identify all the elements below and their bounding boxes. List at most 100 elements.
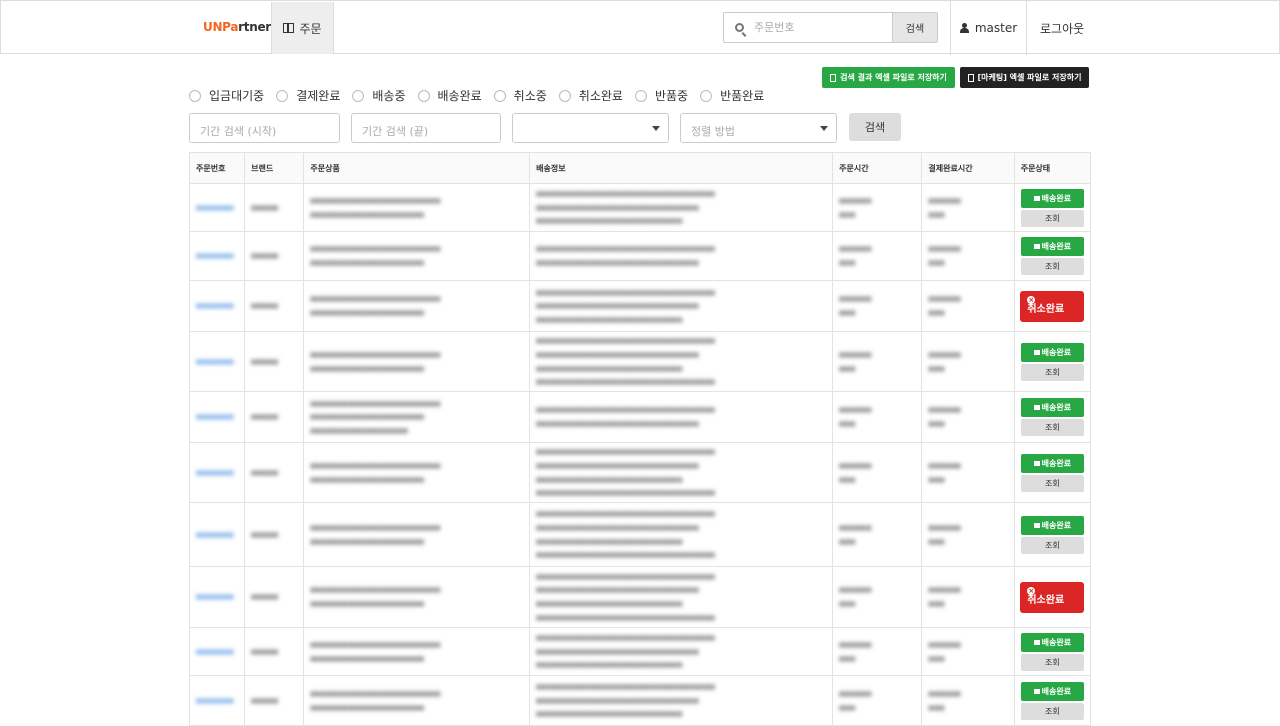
radio-button[interactable] [417,89,430,102]
brand-select[interactable] [512,113,669,143]
paid-time-cell: ▪▪▪▪▪▪ ▪▪▪ [921,627,1015,676]
cancelled-badge[interactable]: × 취소완료 [1020,581,1085,613]
shipping-cell: ▪▪▪▪▪▪▪▪▪▪▪▪▪▪▪▪▪▪▪▪▪▪▪▪▪▪▪▪▪▪▪▪▪ ▪▪▪▪▪▪▪… [529,442,834,503]
excel-export-button[interactable]: 검색 결과 엑셀 파일로 저장하기 [822,67,955,88]
radio-button[interactable] [493,89,506,102]
truck-icon [1033,349,1040,355]
brand-cell: ▪▪▪▪▪ [244,502,305,567]
brand-cell: ▪▪▪▪▪ [244,627,305,676]
order-number-input[interactable] [754,13,892,42]
order-number-cell[interactable]: ▪▪▪▪▪▪▪ [188,627,246,676]
radio-button[interactable] [276,89,289,102]
paid-time-cell: ▪▪▪▪▪▪ ▪▪▪ [921,675,1015,726]
column-header: 주문상태 [1013,152,1092,184]
order-number-cell[interactable]: ▪▪▪▪▪▪▪ [188,231,246,281]
status-cell: 배송완료 조회 [1013,502,1092,567]
status-filter-option[interactable]: 반품중 [634,87,688,104]
order-time-cell: ▪▪▪▪▪▪ ▪▪▪ [832,183,923,232]
table-row: ▪▪▪▪▪▪▪ ▪▪▪▪▪ ▪▪▪▪▪▪▪▪▪▪▪▪▪▪▪▪▪▪▪▪▪▪▪▪ ▪▪▪▪… [188,442,1092,503]
shipping-cell: ▪▪▪▪▪▪▪▪▪▪▪▪▪▪▪▪▪▪▪▪▪▪▪▪▪▪▪▪▪▪▪▪▪ ▪▪▪▪▪▪▪… [529,627,834,676]
view-button[interactable]: 조회 [1020,536,1084,554]
cancelled-badge[interactable]: × 취소완료 [1020,290,1085,322]
table-row: ▪▪▪▪▪▪▪ ▪▪▪▪▪ ▪▪▪▪▪▪▪▪▪▪▪▪▪▪▪▪▪▪▪▪▪▪▪▪ ▪▪▪▪… [188,331,1092,392]
product-cell: ▪▪▪▪▪▪▪▪▪▪▪▪▪▪▪▪▪▪▪▪▪▪▪▪ ▪▪▪▪▪▪▪▪▪▪▪▪▪▪▪▪… [303,391,531,443]
radio-button[interactable] [634,89,647,102]
date-start-input[interactable]: 기간 검색 (시작) [189,113,340,143]
date-end-input[interactable]: 기간 검색 (끝) [351,113,501,143]
table-icon [283,23,295,33]
logo[interactable]: UNPartner [203,20,271,34]
brand-cell: ▪▪▪▪▪ [244,183,305,232]
radio-button[interactable] [558,89,571,102]
order-time-cell: ▪▪▪▪▪▪ ▪▪▪ [832,231,923,281]
view-button[interactable]: 조회 [1020,258,1084,275]
order-number-cell[interactable]: ▪▪▪▪▪▪▪ [188,566,246,628]
radio-button[interactable] [700,89,713,102]
status-filter-option[interactable]: 입금대기중 [189,87,264,104]
product-cell: ▪▪▪▪▪▪▪▪▪▪▪▪▪▪▪▪▪▪▪▪▪▪▪▪ ▪▪▪▪▪▪▪▪▪▪▪▪▪▪▪▪… [303,231,531,281]
status-filter-option[interactable]: 배송완료 [417,87,482,104]
order-number-cell[interactable]: ▪▪▪▪▪▪▪ [188,183,246,232]
status-cell: 배송완료조회 [1013,391,1092,443]
radio-button[interactable] [189,89,201,102]
view-button[interactable]: 조회 [1020,363,1084,381]
tab-orders[interactable]: 주문 [271,2,334,54]
view-button[interactable]: 조회 [1020,702,1084,720]
marketing-excel-button[interactable]: [마케팅] 엑셀 파일로 저장하기 [960,67,1089,88]
order-number-cell[interactable]: ▪▪▪▪▪▪▪ [188,331,246,392]
paid-time-cell: ▪▪▪▪▪▪ ▪▪▪ [921,566,1015,628]
logout-link[interactable]: 로그아웃 [1040,20,1084,37]
status-filters: 입금대기중 결제완료 배송중 배송완료 취소중 취소완료 반품중 반품완료 [189,87,776,104]
order-number-cell[interactable]: ▪▪▪▪▪▪▪ [188,502,246,567]
shipped-badge[interactable]: 배송완료 [1020,342,1084,362]
status-filter-option[interactable]: 배송중 [352,87,406,104]
product-cell: ▪▪▪▪▪▪▪▪▪▪▪▪▪▪▪▪▪▪▪▪▪▪▪▪ ▪▪▪▪▪▪▪▪▪▪▪▪▪▪▪▪… [303,675,531,726]
status-filter-option[interactable]: 반품완료 [700,87,764,104]
table-row: ▪▪▪▪▪▪▪ ▪▪▪▪▪ ▪▪▪▪▪▪▪▪▪▪▪▪▪▪▪▪▪▪▪▪▪▪▪▪ ▪▪▪▪… [188,280,1092,332]
status-filter-label: 취소완료 [578,89,623,103]
product-cell: ▪▪▪▪▪▪▪▪▪▪▪▪▪▪▪▪▪▪▪▪▪▪▪▪ ▪▪▪▪▪▪▪▪▪▪▪▪▪▪▪▪… [303,183,531,232]
view-button[interactable]: 조회 [1020,474,1084,492]
paid-time-cell: ▪▪▪▪▪▪ ▪▪▪ [921,331,1015,392]
shipped-badge[interactable]: 배송완료 [1020,398,1084,417]
column-header: 주문시간 [832,152,923,184]
user-menu[interactable]: master [950,1,1027,55]
status-filter-option[interactable]: 결제완료 [276,87,340,104]
shipped-badge[interactable]: 배송완료 [1020,237,1084,256]
column-header: 주문번호 [188,152,246,184]
status-filter-option[interactable]: 취소중 [493,87,547,104]
column-header: 주문상품 [303,152,531,184]
shipped-badge[interactable]: 배송완료 [1020,681,1084,701]
view-button[interactable]: 조회 [1020,653,1084,671]
view-button[interactable]: 조회 [1020,419,1084,436]
sort-select[interactable]: 정렬 방법 [680,113,837,143]
order-number-cell[interactable]: ▪▪▪▪▪▪▪ [188,391,246,443]
shipping-cell: ▪▪▪▪▪▪▪▪▪▪▪▪▪▪▪▪▪▪▪▪▪▪▪▪▪▪▪▪▪▪▪▪▪ ▪▪▪▪▪▪▪… [529,231,834,281]
brand-cell: ▪▪▪▪▪ [244,442,305,503]
status-filter-label: 결제완료 [296,89,341,103]
status-cell: 배송완료 조회 [1013,183,1092,232]
shipped-badge[interactable]: 배송완료 [1020,188,1084,208]
brand-cell: ▪▪▪▪▪ [244,280,305,332]
tab-orders-label: 주문 [299,21,322,36]
paid-time-cell: ▪▪▪▪▪▪ ▪▪▪ [921,502,1015,567]
status-cell: 배송완료 조회 [1013,331,1092,392]
shipped-badge[interactable]: 배송완료 [1020,453,1084,473]
header-search-button[interactable]: 검색 [892,13,937,42]
filter-search-button[interactable]: 검색 [849,113,901,141]
username: master [974,21,1018,35]
order-number-cell[interactable]: ▪▪▪▪▪▪▪ [188,280,246,332]
status-filter-option[interactable]: 취소완료 [558,87,623,104]
shipped-badge[interactable]: 배송완료 [1020,632,1084,652]
view-button[interactable]: 조회 [1020,209,1084,227]
top-navbar: UNPartner 주문 검색 master 로그아웃 [0,0,1280,55]
order-time-cell: ▪▪▪▪▪▪ ▪▪▪ [832,675,923,726]
shipped-badge[interactable]: 배송완료 [1020,515,1084,535]
order-number-cell[interactable]: ▪▪▪▪▪▪▪ [188,442,246,503]
file-icon [967,73,974,82]
order-number-cell[interactable]: ▪▪▪▪▪▪▪ [188,675,246,726]
radio-button[interactable] [352,89,365,102]
truck-icon [1033,195,1040,201]
order-time-cell: ▪▪▪▪▪▪ ▪▪▪ [832,331,923,392]
close-icon: × [1027,586,1036,595]
